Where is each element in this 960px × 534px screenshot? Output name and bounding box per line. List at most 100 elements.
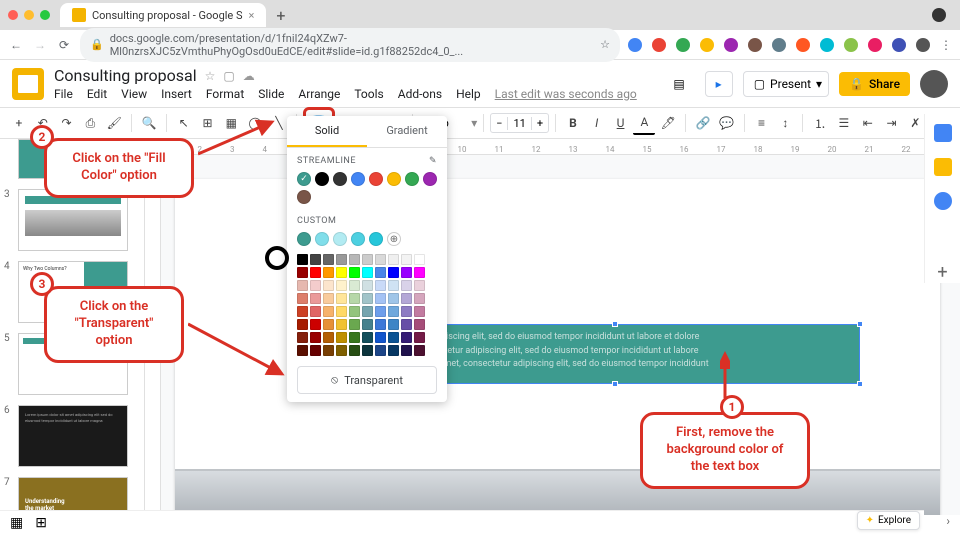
color-swatch[interactable] bbox=[388, 345, 399, 356]
window-minimize-icon[interactable] bbox=[24, 10, 34, 20]
ext-icon[interactable] bbox=[748, 38, 762, 52]
color-swatch[interactable] bbox=[414, 267, 425, 278]
window-close-icon[interactable] bbox=[8, 10, 18, 20]
color-swatch[interactable] bbox=[297, 280, 308, 291]
color-swatch[interactable] bbox=[401, 306, 412, 317]
color-swatch[interactable] bbox=[388, 293, 399, 304]
align-button[interactable]: ≡ bbox=[751, 111, 773, 135]
color-swatch[interactable] bbox=[323, 280, 334, 291]
size-plus-button[interactable]: + bbox=[532, 117, 548, 130]
color-swatch[interactable] bbox=[349, 267, 360, 278]
color-swatch[interactable] bbox=[375, 332, 386, 343]
color-swatch[interactable] bbox=[375, 345, 386, 356]
share-button[interactable]: 🔒 Share bbox=[839, 72, 910, 96]
color-swatch[interactable] bbox=[323, 306, 334, 317]
italic-button[interactable]: I bbox=[586, 111, 608, 135]
new-tab-button[interactable]: + bbox=[276, 6, 285, 25]
star-bookmark-icon[interactable]: ☆ bbox=[600, 38, 610, 51]
avatar-icon[interactable] bbox=[916, 38, 930, 52]
color-swatch[interactable] bbox=[310, 345, 321, 356]
color-swatch[interactable] bbox=[401, 345, 412, 356]
tasks-icon[interactable] bbox=[934, 192, 952, 210]
color-swatch[interactable] bbox=[323, 345, 334, 356]
slideshow-button[interactable]: ▸ bbox=[705, 71, 733, 97]
color-swatch[interactable] bbox=[297, 332, 308, 343]
color-swatch[interactable] bbox=[375, 293, 386, 304]
color-swatch[interactable] bbox=[297, 254, 308, 265]
color-swatch[interactable] bbox=[336, 267, 347, 278]
color-swatch[interactable] bbox=[349, 306, 360, 317]
theme-color-swatch[interactable] bbox=[315, 172, 329, 186]
tab-close-icon[interactable]: × bbox=[249, 9, 255, 22]
underline-button[interactable]: U bbox=[610, 111, 632, 135]
color-swatch[interactable] bbox=[349, 332, 360, 343]
kebab-menu-icon[interactable]: ⋮ bbox=[940, 38, 952, 52]
color-swatch[interactable] bbox=[414, 345, 425, 356]
ext-icon[interactable] bbox=[892, 38, 906, 52]
color-swatch[interactable] bbox=[336, 345, 347, 356]
new-slide-button[interactable]: + bbox=[8, 111, 30, 135]
ext-icon[interactable] bbox=[772, 38, 786, 52]
color-swatch[interactable] bbox=[362, 332, 373, 343]
color-swatch[interactable] bbox=[349, 280, 360, 291]
color-swatch[interactable] bbox=[388, 319, 399, 330]
doc-title[interactable]: Consulting proposal bbox=[54, 66, 197, 85]
profile-dot-icon[interactable] bbox=[932, 8, 946, 22]
ext-icon[interactable] bbox=[676, 38, 690, 52]
comment-button[interactable]: 💬 bbox=[716, 111, 738, 135]
menu-slide[interactable]: Slide bbox=[258, 87, 284, 101]
list-number-button[interactable]: ⒈ bbox=[809, 111, 831, 135]
link-button[interactable]: 🔗 bbox=[692, 111, 714, 135]
color-swatch[interactable] bbox=[362, 345, 373, 356]
theme-color-swatch[interactable] bbox=[387, 172, 401, 186]
size-minus-button[interactable]: − bbox=[491, 117, 507, 130]
reload-icon[interactable]: ⟳ bbox=[56, 37, 72, 53]
tab-solid[interactable]: Solid bbox=[287, 116, 367, 147]
custom-color-swatch[interactable] bbox=[297, 232, 311, 246]
transparent-button[interactable]: ⦸ Transparent bbox=[297, 366, 437, 394]
color-swatch[interactable] bbox=[323, 319, 334, 330]
color-swatch[interactable] bbox=[297, 267, 308, 278]
tab-gradient[interactable]: Gradient bbox=[367, 116, 447, 147]
calendar-icon[interactable] bbox=[934, 124, 952, 142]
color-swatch[interactable] bbox=[310, 280, 321, 291]
menu-addons[interactable]: Add-ons bbox=[398, 87, 442, 101]
color-swatch[interactable] bbox=[349, 254, 360, 265]
color-swatch[interactable] bbox=[323, 254, 334, 265]
color-swatch[interactable] bbox=[414, 254, 425, 265]
theme-color-swatch[interactable] bbox=[333, 172, 347, 186]
ext-icon[interactable] bbox=[796, 38, 810, 52]
theme-color-swatch[interactable] bbox=[405, 172, 419, 186]
color-swatch[interactable] bbox=[310, 293, 321, 304]
ext-icon[interactable] bbox=[628, 38, 642, 52]
explore-button[interactable]: Explore bbox=[857, 511, 920, 530]
color-swatch[interactable] bbox=[310, 332, 321, 343]
color-swatch[interactable] bbox=[362, 280, 373, 291]
color-swatch[interactable] bbox=[297, 293, 308, 304]
user-avatar[interactable] bbox=[920, 70, 948, 98]
custom-color-swatch[interactable] bbox=[315, 232, 329, 246]
menu-format[interactable]: Format bbox=[206, 87, 244, 101]
forward-icon[interactable]: → bbox=[32, 37, 48, 53]
ext-icon[interactable] bbox=[700, 38, 714, 52]
keep-icon[interactable] bbox=[934, 158, 952, 176]
color-swatch[interactable] bbox=[349, 345, 360, 356]
color-swatch[interactable] bbox=[388, 267, 399, 278]
menu-insert[interactable]: Insert bbox=[161, 87, 192, 101]
color-swatch[interactable] bbox=[323, 332, 334, 343]
color-swatch[interactable] bbox=[310, 254, 321, 265]
color-swatch[interactable] bbox=[336, 280, 347, 291]
color-swatch[interactable] bbox=[362, 306, 373, 317]
grid-view-icon[interactable]: ▦ bbox=[10, 515, 23, 531]
color-swatch[interactable] bbox=[401, 293, 412, 304]
ext-icon[interactable] bbox=[868, 38, 882, 52]
ext-icon[interactable] bbox=[844, 38, 858, 52]
color-swatch[interactable] bbox=[362, 293, 373, 304]
color-swatch[interactable] bbox=[388, 254, 399, 265]
custom-color-swatch[interactable] bbox=[351, 232, 365, 246]
color-swatch[interactable] bbox=[336, 319, 347, 330]
menu-view[interactable]: View bbox=[121, 87, 147, 101]
slides-logo-icon[interactable] bbox=[12, 68, 44, 100]
theme-color-swatch[interactable] bbox=[297, 190, 311, 204]
list-bullet-button[interactable]: ☰ bbox=[833, 111, 855, 135]
